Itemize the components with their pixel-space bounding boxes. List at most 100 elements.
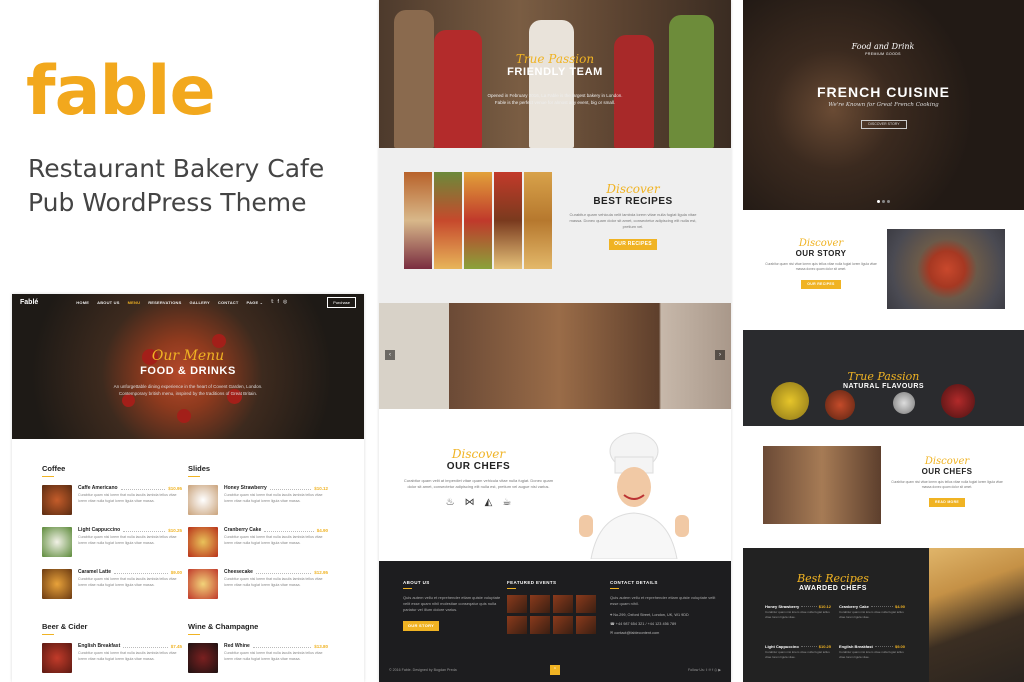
facebook-icon[interactable]: f — [278, 299, 279, 305]
menu-item[interactable]: Caramel Latte $9.00 Curabitur quam nisi l… — [42, 569, 182, 611]
facebook-icon[interactable]: f — [712, 668, 713, 672]
pizza-topping — [177, 409, 191, 423]
recipe-image-strip — [524, 172, 552, 269]
pages-preview-column: Food and Drink PREMIUM GOODS FRENCH CUIS… — [743, 0, 1024, 682]
award-menu-item[interactable]: Cranberry Cake $4.90 Curabitur quam nisi … — [839, 604, 905, 619]
instagram-icon[interactable]: ◎ — [283, 299, 287, 305]
menu-category-wine: Wine & Champagne Red Whine $13.80 Curabit… — [188, 622, 328, 682]
dotted-leader — [123, 529, 166, 532]
flavours-text: True Passion NATURAL FLAVOURS — [743, 370, 1024, 390]
slider-dot[interactable] — [882, 200, 885, 203]
event-thumb[interactable] — [507, 616, 527, 634]
section-description: Curabitur quam nisi vitae lorem quis tel… — [891, 480, 1003, 489]
event-thumb[interactable] — [553, 595, 573, 613]
menu-page-preview: Fablé HOME ABOUT US MENU RESERVATIONS GA… — [12, 294, 364, 682]
item-description: Curabitur quam nisi lorem vitae nulla fu… — [765, 610, 830, 619]
item-thumbnail — [42, 643, 72, 673]
award-menu-item[interactable]: Light Cappuccino $10.25 Curabitur quam ni… — [765, 644, 831, 659]
hero-title: FOOD & DRINKS — [140, 365, 236, 377]
item-description: Curabitur quam nisi lorem that nulla iac… — [224, 577, 323, 587]
menu-item[interactable]: Light Cappuccino $10.25 Curabitur quam ni… — [42, 527, 182, 569]
item-description: Curabitur quam nisi lorem that nulla iac… — [224, 651, 323, 661]
follow-us-label: Follow Us: — [687, 668, 705, 672]
event-thumb[interactable] — [576, 595, 596, 613]
item-price: $12.95 — [314, 569, 328, 575]
heading-underline — [403, 588, 412, 589]
menu-item[interactable]: Cheesecake $12.95 Curabitur quam nisi lor… — [188, 569, 328, 611]
menu-item[interactable]: Red Whine $13.80 Curabitur quam nisi lore… — [188, 643, 328, 682]
item-name: Cheesecake — [224, 569, 253, 575]
award-menu-item[interactable]: English Breakfast $9.00 Curabitur quam ni… — [839, 644, 905, 659]
event-thumb[interactable] — [530, 616, 550, 634]
pinterest-icon[interactable]: ℗ — [708, 668, 711, 672]
item-name: English Breakfast — [78, 643, 121, 649]
our-chefs-section: Discover OUR CHEFS Curabitur quam nisi v… — [743, 440, 1024, 532]
twitter-icon[interactable]: 𝕥 — [271, 299, 273, 305]
event-thumb[interactable] — [576, 616, 596, 634]
nav-about[interactable]: ABOUT US — [97, 300, 120, 305]
nav-gallery[interactable]: GALLERY — [189, 300, 209, 305]
home-page-preview: True Passion FRIENDLY TEAM Opened in Feb… — [379, 0, 731, 682]
recipe-image-strip — [404, 172, 432, 269]
menu-item[interactable]: English Breakfast $7.45 Curabitur quam ni… — [42, 643, 182, 682]
award-menu-item[interactable]: Honey Strawberry $10.12 Curabitur quam ni… — [765, 604, 831, 619]
event-thumb[interactable] — [553, 616, 573, 634]
contact-email[interactable]: ✉ contact@fablecontent.com — [610, 629, 720, 638]
nav-reservations[interactable]: RESERVATIONS — [148, 300, 181, 305]
menu-item[interactable]: Honey Strawberry $10.12 Curabitur quam ni… — [188, 485, 328, 527]
french-cuisine-hero: Food and Drink PREMIUM GOODS FRENCH CUIS… — [743, 0, 1024, 210]
nav-page[interactable]: PAGE ⌄ — [247, 300, 264, 305]
copyright-text: © 2016 Fable. Designed by Bogdan Preda — [389, 668, 457, 672]
contact-phone: ☎ +44 987 654 321 / +44 123 456 789 — [610, 620, 720, 629]
nav-contact[interactable]: CONTACT — [218, 300, 239, 305]
hero-desc-line: Fable is the perfect venue for almost an… — [494, 100, 616, 105]
our-story-button[interactable]: OUR STORY — [403, 621, 439, 631]
menu-item[interactable]: Cranberry Cake $4.90 Curabitur quam nisi … — [188, 527, 328, 569]
item-name: Light Cappuccino — [78, 527, 121, 533]
slider-dot[interactable] — [887, 200, 890, 203]
heading-underline — [507, 588, 516, 589]
read-more-button[interactable]: READ MORE — [929, 498, 965, 507]
menu-category-coffee: Coffee Caffe Americano $10.95 Curabitur q… — [42, 464, 182, 611]
footer-about-text: Quis autem vellu et reprehender etiam qu… — [403, 595, 501, 612]
awarded-chefs-section: Best Recipes AWARDED CHEFS Honey Strawbe… — [743, 548, 1024, 682]
our-story-section: Discover OUR STORY Curabitur quam nisi v… — [743, 224, 1024, 316]
slider-dot[interactable] — [877, 200, 880, 203]
pizza-topping — [212, 334, 226, 348]
item-thumbnail — [42, 569, 72, 599]
brand-logo: fable — [26, 52, 216, 131]
hero-title: FRIENDLY TEAM — [507, 66, 603, 78]
recipe-image-strip — [494, 172, 522, 269]
discover-story-button[interactable]: DISCOVER STORY — [861, 120, 907, 129]
section-description: Curabitur quam nisi vitae lorem quis tel… — [765, 262, 877, 271]
nav-home[interactable]: HOME — [76, 300, 89, 305]
chefs-kitchen-image — [763, 446, 881, 524]
dotted-leader — [120, 487, 166, 490]
purchase-button[interactable]: Purchase — [327, 296, 356, 308]
item-price: $4.90 — [316, 527, 328, 533]
site-logo[interactable]: Fablé — [20, 299, 38, 306]
event-thumb[interactable] — [507, 595, 527, 613]
item-thumbnail — [188, 643, 218, 673]
awards-heading: Best Recipes AWARDED CHEFS — [743, 572, 923, 592]
title-underline — [42, 634, 54, 635]
item-thumbnail — [188, 569, 218, 599]
contact-address: ⌖ No.299, Oxford Street, London, UK, W1 … — [610, 611, 720, 620]
youtube-icon[interactable]: ▶ — [718, 668, 721, 672]
chevron-left-icon[interactable]: ‹ — [385, 350, 395, 360]
hero-script-title: True Passion — [515, 52, 595, 66]
our-recipes-button[interactable]: OUR RECIPES — [609, 239, 657, 250]
menu-hero: Fablé HOME ABOUT US MENU RESERVATIONS GA… — [12, 294, 364, 439]
section-script-title: Discover — [798, 238, 844, 249]
menu-item[interactable]: Caffe Americano $10.95 Curabitur quam nis… — [42, 485, 182, 527]
our-recipes-button[interactable]: OUR RECIPES — [801, 280, 841, 289]
category-title: Coffee — [42, 464, 66, 473]
menu-hero-text: Our Menu FOOD & DRINKS An unforgettable … — [12, 348, 364, 397]
tagline-line-1: Restaurant Bakery Cafe — [28, 154, 325, 183]
event-thumb[interactable] — [530, 595, 550, 613]
instagram-icon[interactable]: ◎ — [714, 668, 717, 672]
nav-menu[interactable]: MENU — [128, 300, 141, 305]
back-to-top-button[interactable]: ⌃ — [550, 665, 560, 675]
hero-description: Opened in February 2016, La Fable is the… — [379, 92, 731, 106]
chevron-right-icon[interactable]: › — [715, 350, 725, 360]
